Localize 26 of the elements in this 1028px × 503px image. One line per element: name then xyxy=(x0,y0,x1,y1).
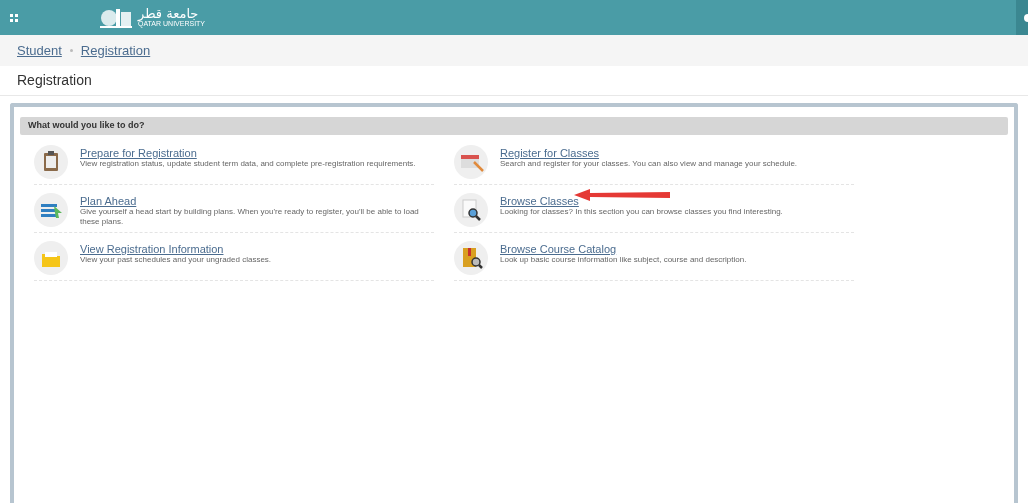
link[interactable]: Plan Ahead xyxy=(80,195,137,207)
description: Give yourself a head start by building plans. When you're ready to register, you'll be able to load these plans. xyxy=(80,207,420,227)
page-title: Registration xyxy=(17,71,92,90)
document-search-icon xyxy=(454,193,488,227)
description: View registration status, update student term data, and complete pre-registration requirements. xyxy=(80,159,416,169)
description: Looking for classes? In this section you can browse classes you find interesting. xyxy=(500,207,783,217)
university-logo-icon xyxy=(98,6,134,29)
breadcrumb-link[interactable]: Registration xyxy=(80,40,151,61)
logo-arabic-text: جامعة قطر xyxy=(138,7,200,20)
book-search-icon xyxy=(454,241,488,275)
settings-button[interactable] xyxy=(1016,0,1028,35)
description: Look up basic course information like subject, course and description. xyxy=(500,255,747,265)
panel-title: What would you like to do? xyxy=(28,119,145,133)
link[interactable]: Browse Classes xyxy=(500,195,579,207)
folder-icon xyxy=(34,241,68,275)
link[interactable]: Browse Course Catalog xyxy=(500,243,617,255)
list-icon xyxy=(34,193,68,227)
breadcrumb-link[interactable]: Student xyxy=(17,40,62,61)
calendar-icon xyxy=(454,145,488,179)
description: View your past schedules and your ungraded classes. xyxy=(80,255,272,265)
link[interactable]: Prepare for Registration xyxy=(80,147,197,159)
link[interactable]: Register for Classes xyxy=(500,147,600,159)
link[interactable]: View Registration Information xyxy=(80,243,224,255)
grid-menu-icon[interactable] xyxy=(10,13,18,22)
clipboard-icon xyxy=(34,145,68,179)
description: Search and register for your classes. You can also view and manage your schedule. xyxy=(500,159,798,169)
